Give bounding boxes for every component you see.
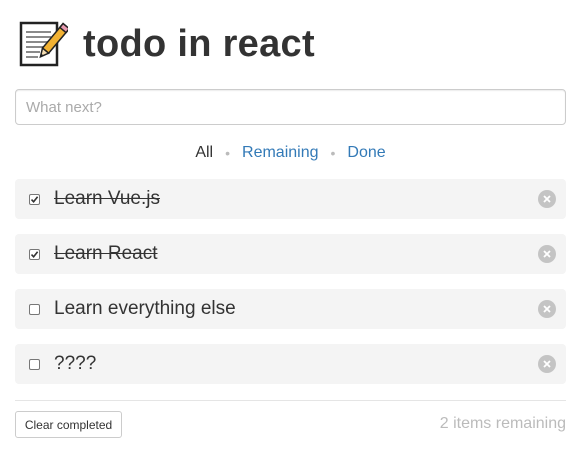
remove-todo-button[interactable] <box>538 300 556 318</box>
memo-icon <box>19 21 68 67</box>
todo-checkbox[interactable] <box>29 358 40 370</box>
filter-remaining[interactable]: Remaining <box>238 144 322 162</box>
header: todo in react <box>18 18 315 70</box>
close-icon <box>543 250 551 258</box>
check-icon <box>30 250 39 258</box>
todo-item: ???? <box>15 344 566 384</box>
todo-text: Learn Vue.js <box>54 188 160 209</box>
todo-checkbox[interactable] <box>29 303 40 315</box>
clear-completed-button[interactable]: Clear completed <box>15 411 122 438</box>
footer-divider <box>15 400 566 401</box>
items-remaining-count: 2 items remaining <box>439 415 566 432</box>
todo-text: ???? <box>54 353 97 374</box>
filter-all[interactable]: All <box>191 144 217 162</box>
remove-todo-button[interactable] <box>538 245 556 263</box>
check-icon <box>30 195 39 203</box>
filter-separator: • <box>225 145 231 161</box>
todo-item: Learn Vue.js <box>15 179 566 219</box>
todo-app: todo in react All • Remaining • Done Lea… <box>0 0 581 457</box>
todo-text: Learn React <box>54 243 158 264</box>
remove-todo-button[interactable] <box>538 355 556 373</box>
filter-done[interactable]: Done <box>343 144 389 162</box>
filter-bar: All • Remaining • Done <box>0 142 581 164</box>
new-todo-input[interactable] <box>15 89 566 125</box>
page-title: todo in react <box>83 23 315 65</box>
filter-separator: • <box>330 145 336 161</box>
todo-checkbox[interactable] <box>29 193 40 205</box>
todo-item: Learn everything else <box>15 289 566 329</box>
todo-list: Learn Vue.js Learn React Learn everythin… <box>15 179 566 399</box>
remove-todo-button[interactable] <box>538 190 556 208</box>
close-icon <box>543 360 551 368</box>
todo-item: Learn React <box>15 234 566 274</box>
close-icon <box>543 195 551 203</box>
todo-checkbox[interactable] <box>29 248 40 260</box>
todo-text: Learn everything else <box>54 298 236 319</box>
close-icon <box>543 305 551 313</box>
